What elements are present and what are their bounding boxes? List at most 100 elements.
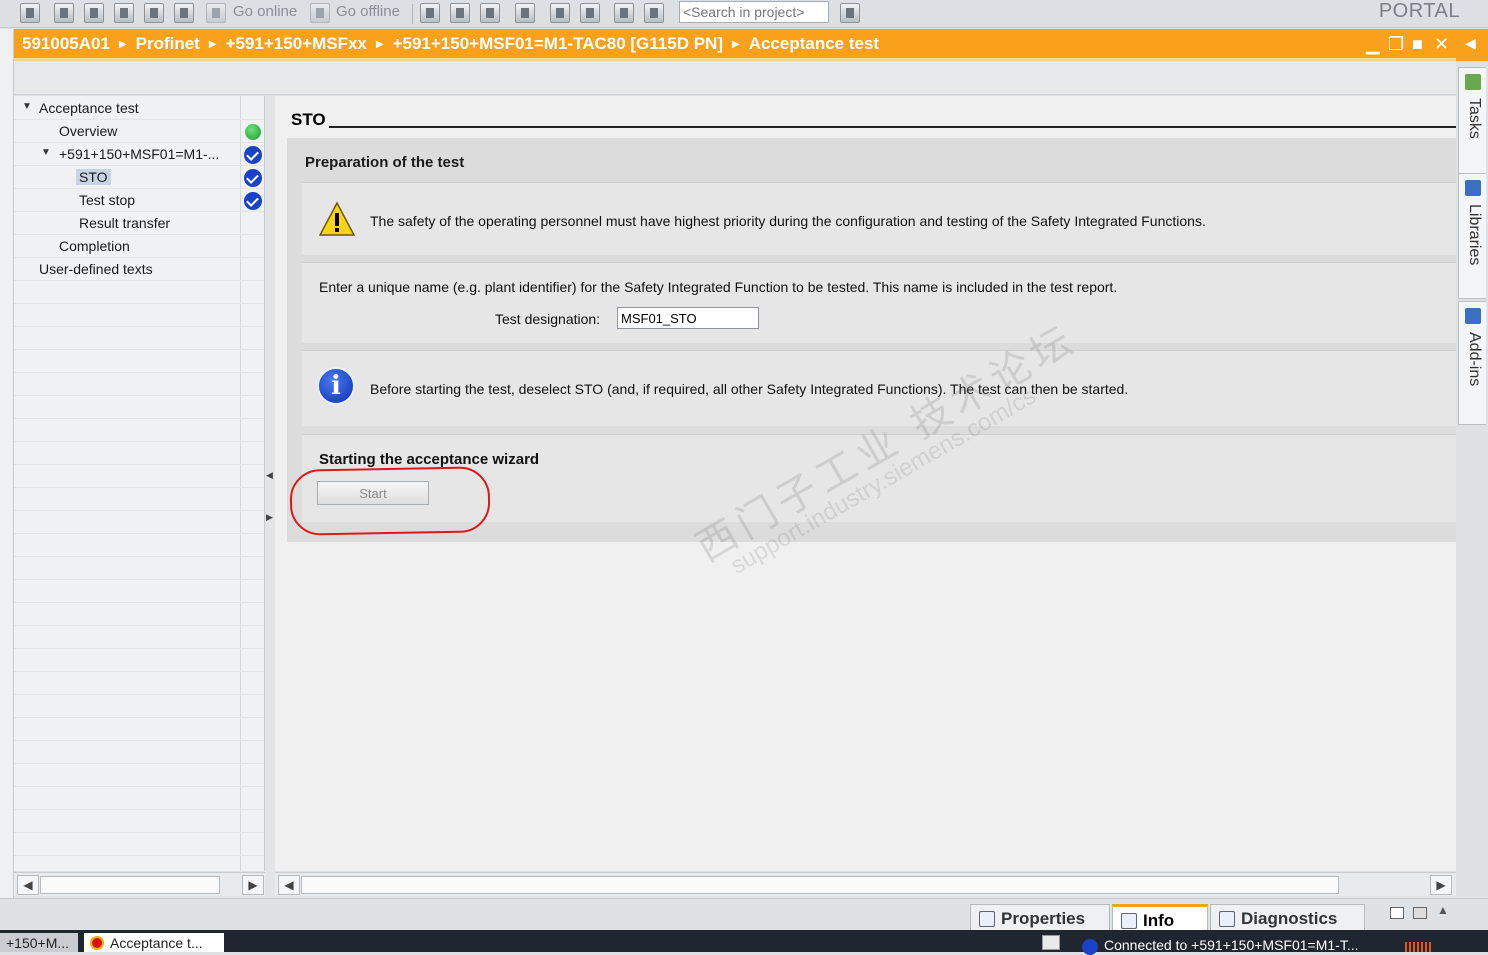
- tree-item-overview[interactable]: Overview: [14, 120, 264, 143]
- breadcrumb-item[interactable]: Acceptance test: [749, 34, 879, 54]
- tree-empty-row: [14, 396, 264, 419]
- split-vertical-icon[interactable]: [580, 3, 600, 23]
- scroll-right-icon[interactable]: ▶: [1430, 875, 1452, 895]
- tree-empty-row: [14, 327, 264, 350]
- tree-item-label: Completion: [59, 238, 130, 254]
- tab-diagnostics[interactable]: Diagnostics: [1210, 904, 1365, 931]
- collapse-task-cards[interactable]: ◀: [1456, 29, 1488, 61]
- accessible-devices-icon[interactable]: [420, 3, 440, 23]
- acceptance-tree: ▼ Acceptance test Overview ▼ +591+150+MS…: [14, 96, 265, 871]
- compare-icon[interactable]: [644, 3, 664, 23]
- tasks-icon: [1465, 74, 1481, 90]
- search-input[interactable]: [679, 1, 829, 23]
- scroll-left-icon[interactable]: ◀: [17, 875, 39, 895]
- main-toolbar: Go online Go offline PORTAL: [0, 0, 1488, 28]
- cross-reference-icon[interactable]: [614, 3, 634, 23]
- tab-info[interactable]: Info: [1112, 904, 1208, 931]
- tree-item-drive[interactable]: ▼ +591+150+MSF01=M1-...: [14, 143, 264, 166]
- info-text: Before starting the test, deselect STO (…: [370, 381, 1129, 397]
- collapse-triangle-icon[interactable]: ▼: [22, 101, 32, 112]
- panel-splitter[interactable]: ◀ ▶: [265, 96, 275, 896]
- editor-taskbar: +150+M... Acceptance t... Connected to +…: [0, 930, 1488, 955]
- test-designation-input[interactable]: [617, 307, 759, 329]
- close-icon[interactable]: [515, 3, 535, 23]
- tree-item-user-defined-texts[interactable]: User-defined texts: [14, 258, 264, 281]
- collapse-triangle-icon[interactable]: ▼: [41, 147, 51, 158]
- stop-simulation-icon[interactable]: [480, 3, 500, 23]
- tree-item-label: Acceptance test: [39, 100, 139, 116]
- editor-tab-acceptance-test[interactable]: Acceptance t...: [84, 933, 224, 952]
- editor-tab-device[interactable]: +150+M...: [0, 933, 78, 952]
- go-online-icon[interactable]: [206, 3, 226, 23]
- tree-empty-row: [14, 718, 264, 741]
- tree-empty-row: [14, 465, 264, 488]
- breadcrumb: 591005A01 ▶ Profinet ▶ +591+150+MSFxx ▶ +591+1…: [22, 34, 879, 54]
- maximize-panel-icon[interactable]: [1413, 907, 1427, 919]
- maximize-icon[interactable]: ■: [1412, 34, 1423, 55]
- breadcrumb-item[interactable]: Profinet: [136, 34, 200, 54]
- go-offline-icon[interactable]: [310, 3, 330, 23]
- tree-empty-row: [14, 580, 264, 603]
- download-device-icon[interactable]: [144, 3, 164, 23]
- chevron-up-icon[interactable]: ▲: [1437, 903, 1449, 917]
- minimize-icon[interactable]: ▁: [1366, 34, 1380, 55]
- tab-tasks[interactable]: Tasks: [1458, 67, 1486, 179]
- tab-add-ins[interactable]: Add-ins: [1458, 301, 1486, 425]
- chevron-right-icon: ▶: [208, 39, 217, 50]
- scroll-left-icon[interactable]: ◀: [278, 875, 300, 895]
- tree-empty-row: [14, 672, 264, 695]
- tree-item-completion[interactable]: Completion: [14, 235, 264, 258]
- tree-empty-row: [14, 626, 264, 649]
- simulation-icon[interactable]: [174, 3, 194, 23]
- tree-item-sto[interactable]: STO: [14, 166, 264, 189]
- info-panel: i Before starting the test, deselect STO…: [302, 350, 1456, 426]
- chevron-right-icon: ▶: [731, 39, 740, 50]
- go-offline-button[interactable]: Go offline: [336, 3, 400, 20]
- tree-empty-row: [14, 833, 264, 856]
- download-icon[interactable]: [84, 3, 104, 23]
- go-online-button[interactable]: Go online: [233, 3, 297, 20]
- tree-empty-row: [14, 695, 264, 718]
- editor-horizontal-scrollbar[interactable]: ◀ ▶: [275, 872, 1456, 896]
- start-simulation-icon[interactable]: [450, 3, 470, 23]
- add-ins-icon: [1465, 308, 1481, 324]
- compile-icon[interactable]: [54, 3, 74, 23]
- search-binoculars-icon[interactable]: [840, 3, 860, 23]
- tree-empty-row: [14, 373, 264, 396]
- breadcrumb-item[interactable]: 591005A01: [22, 34, 110, 54]
- split-horizontal-icon[interactable]: [550, 3, 570, 23]
- scroll-thumb[interactable]: [301, 876, 1339, 894]
- tab-properties-label: Properties: [1001, 909, 1086, 928]
- tree-item-result-transfer[interactable]: Result transfer: [14, 212, 264, 235]
- warning-panel: The safety of the operating personnel mu…: [302, 182, 1456, 255]
- close-icon[interactable]: ✕: [1434, 34, 1449, 55]
- tree-horizontal-scrollbar[interactable]: ◀ ▶: [14, 872, 265, 896]
- tree-item-label: +591+150+MSF01=M1-...: [59, 146, 220, 162]
- acceptance-test-icon: [90, 936, 104, 950]
- section-title: Preparation of the test: [305, 154, 465, 171]
- toolbar-separator: [412, 4, 413, 24]
- status-check-icon: [244, 169, 262, 187]
- tab-libraries[interactable]: Libraries: [1458, 173, 1486, 299]
- upload-icon[interactable]: [114, 3, 134, 23]
- network-status-icon[interactable]: [1042, 935, 1060, 950]
- expand-right-icon[interactable]: ▶: [266, 512, 273, 523]
- tab-properties[interactable]: Properties: [970, 904, 1110, 931]
- tree-empty-row: [14, 741, 264, 764]
- collapse-left-icon[interactable]: ◀: [266, 470, 273, 481]
- tree-item-test-stop[interactable]: Test stop: [14, 189, 264, 212]
- float-window-icon[interactable]: ❐: [1388, 34, 1404, 55]
- float-panel-icon[interactable]: [1390, 907, 1404, 919]
- breadcrumb-item[interactable]: +591+150+MSF01=M1-TAC80 [G115D PN]: [393, 34, 723, 54]
- save-icon[interactable]: [20, 3, 40, 23]
- tab-diagnostics-label: Diagnostics: [1241, 909, 1338, 928]
- tree-item-acceptance-test[interactable]: ▼ Acceptance test: [14, 97, 264, 120]
- tree-empty-row: [14, 304, 264, 327]
- scroll-thumb[interactable]: [40, 876, 220, 894]
- tree-empty-row: [14, 488, 264, 511]
- scroll-right-icon[interactable]: ▶: [242, 875, 264, 895]
- activity-bars-icon: [1405, 942, 1433, 952]
- breadcrumb-item[interactable]: +591+150+MSFxx: [226, 34, 367, 54]
- tree-item-label: Result transfer: [79, 215, 171, 231]
- editor-toolbar: [14, 61, 1456, 95]
